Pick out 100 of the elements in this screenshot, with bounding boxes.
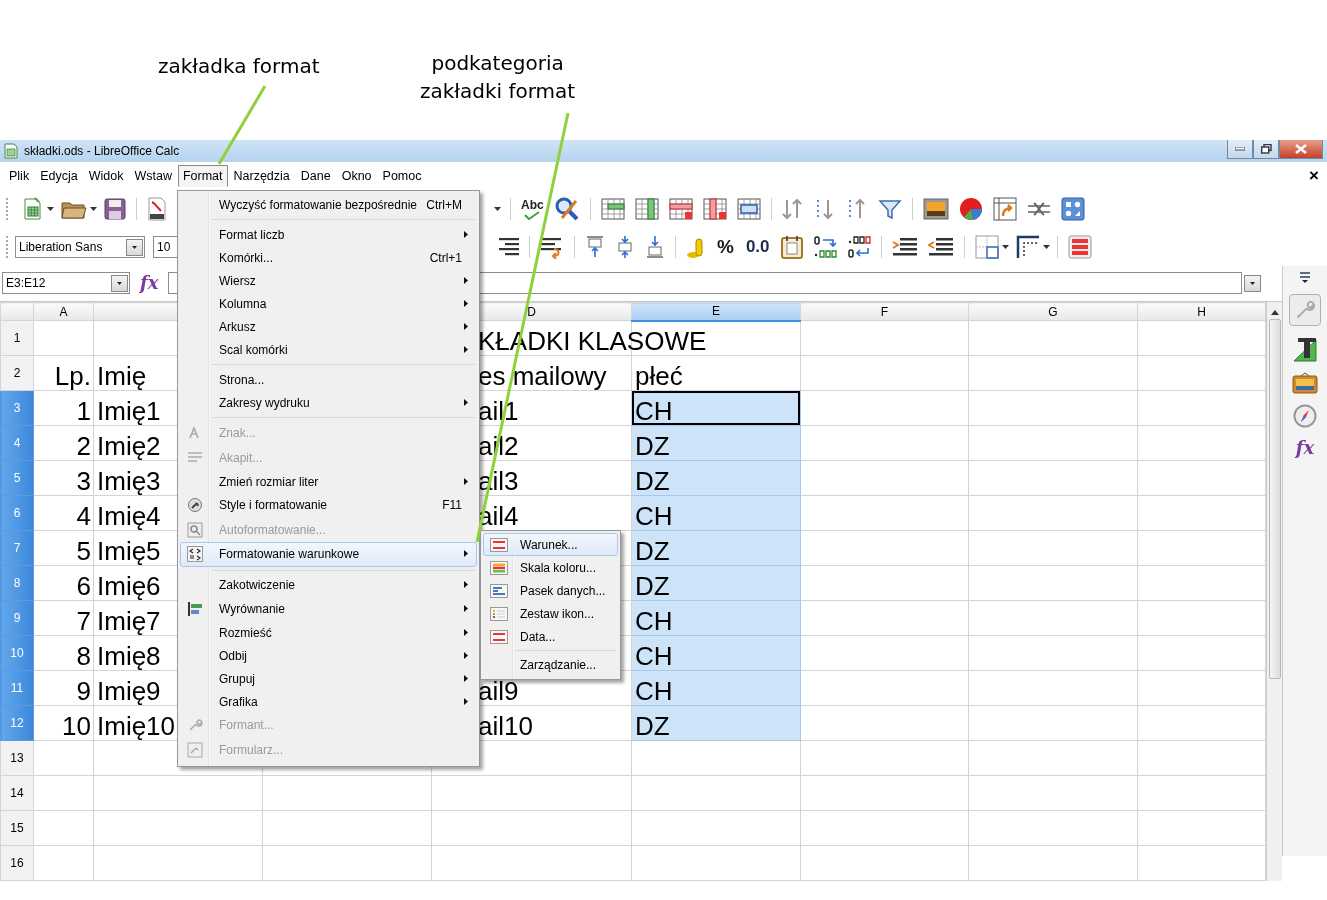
menu-item[interactable]: Format — [177, 164, 228, 187]
menu-item[interactable]: Wiersz — [180, 269, 477, 292]
menu-item[interactable]: Wyczyść formatowanie bezpośrednie Ctrl+M — [180, 193, 477, 216]
table-cell[interactable] — [631, 775, 801, 811]
column-header[interactable]: G — [968, 302, 1138, 321]
functions-tab[interactable]: fx — [1295, 438, 1315, 458]
menu-item[interactable]: Okno — [336, 164, 377, 187]
caret-icon[interactable] — [494, 207, 501, 211]
insert-rows-icon[interactable] — [600, 197, 625, 221]
spellcheck-button[interactable]: Abc — [521, 198, 544, 220]
selected-cell[interactable]: CH — [631, 600, 801, 636]
compass-icon[interactable] — [1293, 404, 1317, 428]
font-name-field[interactable]: Liberation Sans — [15, 236, 145, 258]
menu-item[interactable]: Scal komórki — [180, 338, 477, 361]
selected-cell[interactable]: DZ — [631, 705, 801, 741]
row-header[interactable]: 16 — [0, 845, 34, 881]
menu-item[interactable]: Komórki... Ctrl+1 — [180, 246, 477, 269]
name-box-field[interactable]: E3:E12 — [2, 272, 130, 294]
delete-rows-icon[interactable] — [668, 197, 693, 221]
styles-icon[interactable] — [1292, 336, 1318, 362]
scroll-up-icon[interactable] — [1270, 310, 1279, 315]
column-header[interactable]: A — [33, 302, 94, 321]
caret-icon[interactable] — [47, 207, 54, 211]
number-format-button[interactable]: 0.0 — [745, 236, 770, 258]
selected-cell[interactable]: CH — [631, 670, 801, 706]
align-bottom-icon[interactable] — [645, 235, 665, 259]
sort-icon[interactable] — [781, 197, 804, 221]
insert-columns-icon[interactable] — [634, 197, 659, 221]
menu-item[interactable]: Zmień rozmiar liter — [180, 470, 477, 493]
menu-item[interactable]: Odbij — [180, 644, 477, 667]
menu-item[interactable]: Zarządzanie... — [483, 653, 618, 676]
function-wizard-button[interactable]: fx — [140, 273, 159, 293]
maximize-button[interactable] — [1253, 140, 1279, 159]
menu-item[interactable]: Zakotwiczenie — [180, 573, 477, 597]
decrease-indent-icon[interactable] — [927, 236, 954, 258]
scrollbar-thumb[interactable] — [1268, 319, 1281, 679]
caret-icon[interactable] — [1001, 245, 1009, 249]
selected-cell[interactable]: CH — [631, 495, 801, 531]
selected-cell[interactable]: DZ — [631, 530, 801, 566]
table-cell[interactable] — [631, 740, 801, 776]
center-vertically-icon[interactable] — [615, 235, 635, 259]
pivot-table-icon[interactable] — [992, 197, 1017, 221]
navigator-icon[interactable] — [1060, 197, 1085, 221]
add-decimal-icon[interactable] — [812, 235, 837, 259]
table-cell[interactable]: płeć — [631, 355, 801, 391]
menu-item[interactable]: Warunek... — [483, 533, 618, 556]
menu-item[interactable]: Skala koloru... — [483, 556, 618, 579]
row-header[interactable]: 2 — [0, 355, 34, 391]
menu-item[interactable]: Edycja — [35, 164, 83, 187]
merge-cells-icon[interactable] — [736, 197, 761, 221]
menu-item[interactable]: Data... — [483, 625, 618, 648]
gallery-icon[interactable] — [1292, 372, 1318, 394]
wrap-text-icon[interactable] — [540, 235, 564, 259]
pie-chart-icon[interactable] — [958, 197, 983, 221]
selected-cell[interactable]: DZ — [631, 425, 801, 461]
autocorrect-icon[interactable] — [553, 196, 580, 222]
vertical-scrollbar[interactable] — [1266, 302, 1282, 881]
calendar-icon[interactable] — [780, 235, 803, 259]
align-top-icon[interactable] — [585, 235, 605, 259]
menu-item[interactable]: Grafika — [180, 690, 477, 713]
column-header[interactable]: E — [631, 302, 801, 321]
sidebar-menu-icon[interactable] — [1298, 270, 1312, 284]
menu-item[interactable]: Rozmieść — [180, 621, 477, 644]
selected-cell[interactable]: CH — [631, 390, 801, 426]
column-header[interactable]: F — [800, 302, 969, 321]
increase-indent-icon[interactable] — [891, 236, 918, 258]
selected-cell[interactable]: DZ — [631, 460, 801, 496]
table-cell[interactable] — [631, 810, 801, 846]
menu-item[interactable]: Narzędzia — [228, 164, 295, 187]
menu-item[interactable]: Wyrównanie — [180, 596, 477, 621]
menu-item[interactable]: Dane — [295, 164, 336, 187]
dropdown-arrow-icon[interactable] — [132, 244, 137, 250]
expand-formula-button[interactable] — [1244, 274, 1261, 292]
border-style-icon[interactable] — [1015, 235, 1040, 259]
menu-item[interactable]: Format liczb — [180, 223, 477, 246]
menu-item[interactable]: Grupuj — [180, 667, 477, 690]
menu-item[interactable]: Zakresy wydruku — [180, 391, 477, 414]
selected-cell[interactable]: DZ — [631, 565, 801, 601]
row-header[interactable]: 15 — [0, 810, 34, 846]
borders-icon[interactable] — [974, 235, 999, 259]
dropdown-arrow-icon[interactable] — [117, 280, 122, 286]
menu-item[interactable]: Formatowanie warunkowe — [180, 542, 477, 567]
row-header[interactable]: 13 — [0, 740, 34, 776]
row-header[interactable]: 14 — [0, 775, 34, 811]
table-cell[interactable] — [631, 845, 801, 881]
filter-icon[interactable] — [877, 197, 902, 221]
caret-icon[interactable] — [90, 207, 97, 211]
menu-item[interactable]: Plik — [4, 164, 35, 187]
percent-button[interactable]: % — [717, 236, 734, 258]
column-header[interactable]: H — [1137, 302, 1266, 321]
row-header[interactable]: 1 — [0, 320, 34, 356]
close-button[interactable] — [1279, 140, 1323, 159]
selected-cell[interactable]: CH — [631, 635, 801, 671]
pdf-icon[interactable] — [147, 197, 167, 221]
conditional-format-icon[interactable] — [1067, 235, 1092, 259]
corner-cell[interactable] — [0, 302, 34, 321]
menu-item[interactable]: Wstaw — [129, 164, 177, 187]
close-document-button[interactable]: × — [1309, 167, 1319, 184]
menu-item[interactable]: Pomoc — [377, 164, 427, 187]
save-icon[interactable] — [104, 198, 126, 220]
